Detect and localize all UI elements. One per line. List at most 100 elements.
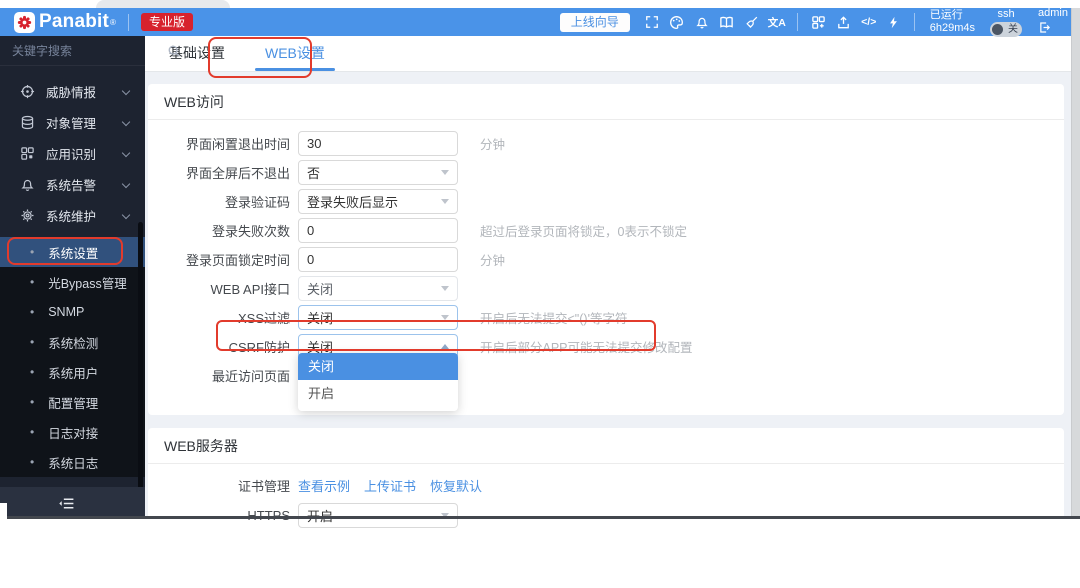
online-wizard-button[interactable]: 上线向导: [559, 12, 630, 32]
view-sample-link[interactable]: 查看示例: [298, 476, 350, 495]
login-fail-count-input[interactable]: [298, 218, 458, 243]
sidebar-item-app-identify[interactable]: 应用识别: [0, 138, 145, 169]
fullscreen-no-exit-select[interactable]: 否: [298, 160, 458, 185]
sidebar-item-system-check[interactable]: • 系统检测: [0, 327, 145, 357]
csrf-dropdown-panel: 关闭 开启: [298, 353, 458, 411]
sidebar-item-label: 系统告警: [46, 179, 97, 193]
header-divider: [127, 13, 129, 31]
sidebar-item-system-users[interactable]: • 系统用户: [0, 357, 145, 387]
sub-item-label: 日志对接: [48, 426, 99, 441]
code-icon[interactable]: </>: [857, 12, 881, 32]
app-identify-icon: [20, 146, 35, 161]
book-icon[interactable]: [715, 12, 739, 32]
sidebar-menu: 威胁情报 对象管理 应用识别 系统告警 系统维护: [0, 66, 145, 231]
fullscreen-icon[interactable]: [640, 12, 664, 32]
sidebar-item-bypass-management[interactable]: • 光Bypass管理: [0, 267, 145, 297]
bolt-icon[interactable]: [882, 12, 906, 32]
sidebar-item-system-alert[interactable]: 系统告警: [0, 169, 145, 200]
sidebar-item-system-settings[interactable]: • 系统设置: [0, 237, 145, 267]
chevron-down-icon: [121, 210, 131, 220]
chevron-down-icon: [121, 179, 131, 189]
bell-icon[interactable]: [690, 12, 714, 32]
uptime-value: 6h29m4s: [929, 22, 976, 34]
xss-filter-select[interactable]: 关闭: [298, 305, 458, 330]
sidebar-item-label: 应用识别: [46, 148, 97, 162]
system-alert-icon: [20, 177, 35, 192]
form-row-recent-pages: 最近访问页面: [148, 361, 1064, 390]
object-management-icon: [20, 115, 35, 130]
search-input[interactable]: [12, 43, 167, 58]
upload-cert-link[interactable]: 上传证书: [364, 476, 416, 495]
section-title: WEB服务器: [164, 438, 238, 454]
field-label: 登录验证码: [224, 195, 290, 210]
header-separator: [796, 13, 798, 31]
grid-icon[interactable]: [807, 12, 831, 32]
sidebar: 威胁情报 对象管理 应用识别 系统告警: [0, 36, 180, 519]
sidebar-item-config-management[interactable]: • 配置管理: [0, 387, 145, 417]
browser-scrollbar[interactable]: [1071, 8, 1080, 519]
broom-icon[interactable]: [740, 12, 764, 32]
sub-item-label: SNMP: [48, 305, 85, 319]
field-hint: 分钟: [480, 254, 506, 268]
window-corner: [0, 503, 7, 519]
collapse-sidebar-icon[interactable]: [58, 495, 75, 512]
sidebar-item-system-maintenance[interactable]: 系统维护: [0, 200, 145, 231]
toggle-state-label: 关: [1008, 23, 1019, 35]
sidebar-item-label: 系统维护: [46, 210, 97, 224]
upgrade-icon[interactable]: [832, 12, 856, 32]
sidebar-submenu: • 系统设置 • 光Bypass管理 • SNMP • 系统检测 • 系统用户 …: [0, 237, 145, 477]
field-hint: 开启后部分APP可能无法提交修改配置: [480, 341, 693, 355]
web-api-select[interactable]: 关闭: [298, 276, 458, 301]
sidebar-item-snmp[interactable]: • SNMP: [0, 297, 145, 327]
login-captcha-select[interactable]: 登录失败后显示: [298, 189, 458, 214]
bullet-icon: •: [30, 245, 35, 259]
sidebar-item-object-management[interactable]: 对象管理: [0, 107, 145, 138]
dropdown-option-on[interactable]: 开启: [298, 380, 458, 407]
caret-down-icon: [441, 315, 449, 320]
main-content: 基础设置 WEB设置 WEB访问 界面闲置退出时间 分钟 界面全屏后不退出 否: [145, 36, 1072, 588]
ssh-label: ssh: [997, 7, 1015, 20]
chevron-down-icon: [121, 148, 131, 158]
bullet-icon: •: [30, 335, 35, 349]
bullet-icon: •: [30, 455, 35, 469]
field-label: 证书管理: [237, 478, 290, 494]
registered-mark: ®: [110, 17, 116, 27]
dropdown-option-off[interactable]: 关闭: [298, 353, 458, 380]
uptime-label: 已运行: [929, 9, 963, 21]
browser-tab-remnant: [96, 0, 230, 8]
sidebar-item-log-connect[interactable]: • 日志对接: [0, 417, 145, 447]
sidebar-item-threat-intel[interactable]: 威胁情报: [0, 76, 145, 107]
toggle-knob: [992, 23, 1004, 35]
translate-icon[interactable]: 文A: [765, 12, 789, 32]
logo-text: Panabit: [39, 11, 110, 32]
sidebar-footer: [0, 487, 145, 519]
field-label: 界面闲置退出时间: [185, 137, 290, 152]
search-icon[interactable]: [167, 44, 181, 58]
form-row-web-api: WEB API接口 关闭: [148, 274, 1064, 303]
tab-bar: 基础设置 WEB设置: [145, 36, 1072, 72]
form-row-xss-filter: XSS过滤 关闭 开启后无法提交<"()'等字符: [148, 303, 1064, 332]
section-title: WEB访问: [164, 94, 224, 110]
sidebar-item-system-logs[interactable]: • 系统日志: [0, 447, 145, 477]
sidebar-scrollbar[interactable]: [138, 222, 143, 490]
field-label: 登录失败次数: [211, 224, 290, 239]
idle-timeout-input[interactable]: [298, 131, 458, 156]
field-hint: 分钟: [480, 138, 506, 152]
restore-default-link[interactable]: 恢复默认: [430, 476, 482, 495]
brand-logo[interactable]: Panabit ®: [14, 11, 116, 33]
form-row-fullscreen-no-exit: 界面全屏后不退出 否: [148, 158, 1064, 187]
sidebar-item-label: 对象管理: [46, 117, 97, 131]
sub-item-label: 系统日志: [48, 456, 99, 471]
system-maintenance-icon: [20, 208, 35, 223]
ssh-toggle[interactable]: 关: [990, 21, 1023, 37]
browser-top-strip: [0, 0, 1080, 8]
tab-web-settings[interactable]: WEB设置: [255, 36, 335, 72]
form-row-login-lock-time: 登录页面锁定时间 分钟: [148, 245, 1064, 274]
login-lock-time-input[interactable]: [298, 247, 458, 272]
edition-badge: 专业版: [140, 13, 193, 31]
caret-down-icon: [441, 170, 449, 175]
caret-down-icon: [441, 199, 449, 204]
palette-icon[interactable]: [665, 12, 689, 32]
bullet-icon: •: [30, 275, 35, 289]
logout-icon[interactable]: [1038, 21, 1051, 34]
